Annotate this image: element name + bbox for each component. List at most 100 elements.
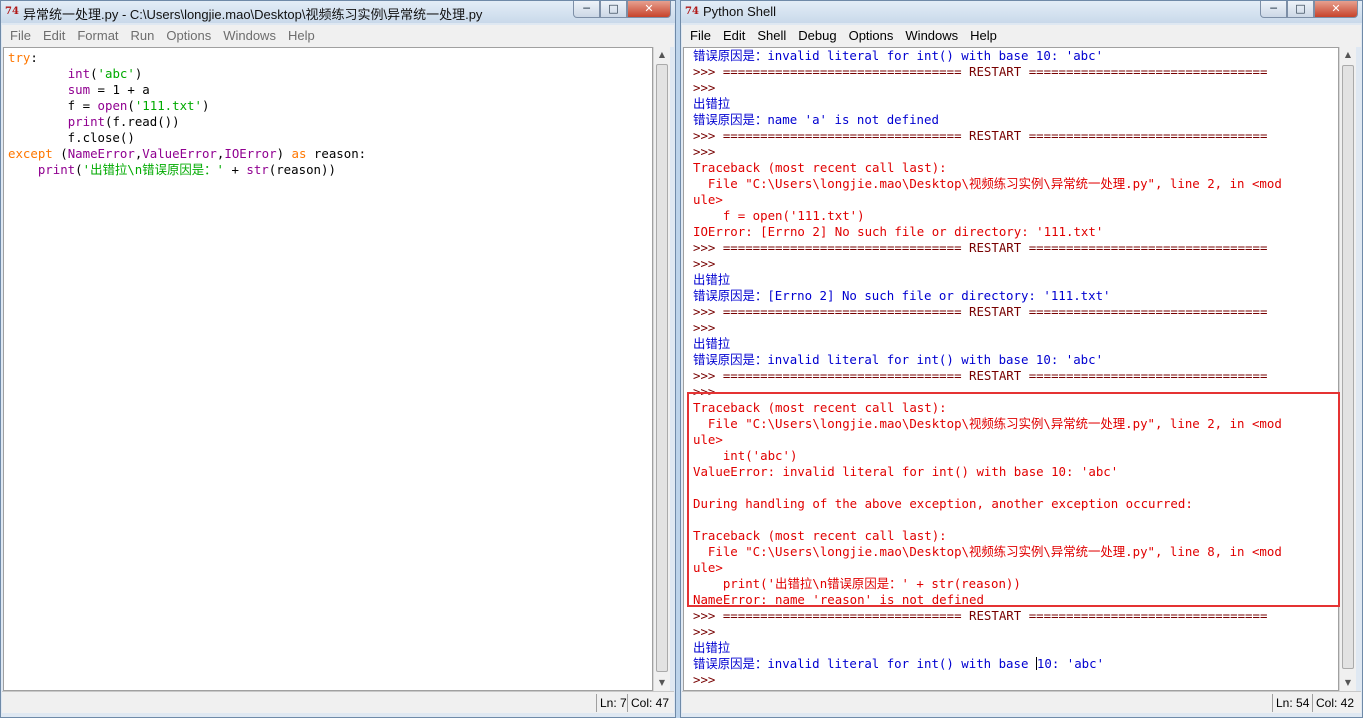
editor-menu-options[interactable]: Options [160,25,217,47]
shell-line: >>> ================================ RES… [693,64,1338,80]
shell-menu-file[interactable]: File [684,25,717,47]
shell-column-number: Col: 42 [1312,694,1357,712]
editor-scroll-thumb[interactable] [656,64,668,672]
editor-titlebar[interactable]: 74 异常统一处理.py - C:\Users\longjie.mao\Desk… [1,1,675,23]
shell-line: >>> [693,384,1338,400]
shell-line: 错误原因是：invalid literal for int() with bas… [693,656,1338,672]
shell-text: invalid literal for int() with base 10: … [767,48,1104,63]
shell-text: >>> ================================ RES… [693,368,1268,383]
shell-line: >>> [693,624,1338,640]
shell-menu-options[interactable]: Options [843,25,900,47]
shell-text: >>> ================================ RES… [693,608,1268,623]
shell-window: 74 Python Shell ─ □ ✕ File Edit Shell Debug… [680,0,1363,718]
code-token: (reason)) [268,162,336,177]
shell-titlebar[interactable]: 74 Python Shell ─ □ ✕ [681,1,1362,23]
scroll-up-arrow-icon[interactable]: ▲ [654,47,670,63]
code-token: ValueError [142,146,217,161]
shell-menu-shell[interactable]: Shell [751,25,792,47]
code-token: open [97,98,128,113]
shell-text: Traceback (most recent call last): [693,528,947,543]
editor-code[interactable]: try: int('abc') sum = 1 + a f = open('11… [4,48,652,178]
editor-menu-help[interactable]: Help [282,25,321,47]
code-line: print(f.read()) [8,114,652,130]
code-token: str [246,162,269,177]
shell-text: File "C:\Users\longjie.mao\Desktop\视频练习实… [693,416,1282,431]
code-token: ) [134,66,143,81]
shell-line: Traceback (most recent call last): [693,400,1338,416]
shell-menu-edit[interactable]: Edit [717,25,751,47]
shell-text: 出错拉 [693,640,731,655]
shell-line: ule> [693,192,1338,208]
shell-line: File "C:\Users\longjie.mao\Desktop\视频练习实… [693,416,1338,432]
editor-window: 74 异常统一处理.py - C:\Users\longjie.mao\Desk… [0,0,676,718]
close-icon[interactable]: ✕ [627,1,671,18]
shell-menu-help[interactable]: Help [964,25,1003,47]
shell-text: 错误原因是： [693,352,768,367]
code-token: 'abc' [97,66,135,81]
shell-text: 出错拉 [693,96,731,111]
code-token: ( [75,162,83,177]
editor-menu-format[interactable]: Format [71,25,124,47]
minimize-icon[interactable]: ─ [1260,1,1287,18]
shell-line: >>> [693,672,1338,688]
editor-scrollbar[interactable]: ▲ ▼ [653,47,670,691]
shell-line: 错误原因是：[Errno 2] No such file or director… [693,288,1338,304]
maximize-icon[interactable]: □ [1287,1,1314,18]
shell-line: 错误原因是：invalid literal for int() with bas… [693,48,1338,64]
maximize-icon[interactable]: □ [600,1,627,18]
shell-line: Traceback (most recent call last): [693,528,1338,544]
editor-menu-run[interactable]: Run [125,25,161,47]
code-line: int('abc') [8,66,652,82]
shell-line: >>> [693,144,1338,160]
code-token: '111.txt' [134,98,202,113]
shell-line: IOError: [Errno 2] No such file or direc… [693,224,1338,240]
editor-menu-file[interactable]: File [4,25,37,47]
scroll-up-arrow-icon[interactable]: ▲ [1340,47,1356,63]
shell-scroll-thumb[interactable] [1342,65,1354,669]
code-line: f = open('111.txt') [8,98,652,114]
minimize-icon[interactable]: ─ [573,1,600,18]
code-token: ( [127,98,135,113]
shell-menu-debug[interactable]: Debug [792,25,842,47]
shell-line: File "C:\Users\longjie.mao\Desktop\视频练习实… [693,544,1338,560]
shell-text: >>> [693,672,716,687]
code-token: f = [8,98,98,113]
shell-line: >>> ================================ RES… [693,608,1338,624]
shell-text: IOError: [Errno 2] No such file or direc… [693,224,1104,239]
shell-line: >>> ================================ RES… [693,368,1338,384]
shell-output[interactable]: 错误原因是：invalid literal for int() with bas… [684,48,1338,688]
shell-line: int('abc') [693,448,1338,464]
editor-menu-edit[interactable]: Edit [37,25,71,47]
shell-menu-windows[interactable]: Windows [899,25,964,47]
shell-text: f = open('111.txt') [693,208,865,223]
code-token: except [8,146,53,161]
shell-text: ule> [693,192,723,207]
shell-text: int('abc') [693,448,798,463]
shell-line: ValueError: invalid literal for int() wi… [693,464,1338,480]
editor-line-number: Ln: 7 [596,694,630,712]
idle-app-icon: 74 [5,6,19,17]
close-icon[interactable]: ✕ [1314,1,1358,18]
code-token: print [37,162,76,177]
shell-scrollbar[interactable]: ▲ ▼ [1339,47,1356,691]
shell-text: 错误原因是： [693,656,768,671]
code-token: (f.read()) [105,114,180,129]
shell-line: During handling of the above exception, … [693,496,1338,512]
shell-menubar: File Edit Shell Debug Options Windows Help [682,25,1361,47]
scroll-down-arrow-icon[interactable]: ▼ [1340,675,1356,691]
shell-text: 错误原因是： [693,48,768,63]
shell-text-area[interactable]: 错误原因是：invalid literal for int() with bas… [683,47,1339,691]
shell-text: >>> [693,384,716,399]
editor-menu-windows[interactable]: Windows [217,25,282,47]
shell-text: ule> [693,432,723,447]
shell-line: print('出错拉\n错误原因是：' + str(reason)) [693,576,1338,592]
scroll-down-arrow-icon[interactable]: ▼ [654,675,670,691]
idle-app-icon: 74 [685,6,699,17]
editor-window-controls: ─ □ ✕ [573,1,671,19]
editor-text-area[interactable]: try: int('abc') sum = 1 + a f = open('11… [3,47,653,691]
shell-text: invalid literal for int() with base 10: … [767,352,1104,367]
